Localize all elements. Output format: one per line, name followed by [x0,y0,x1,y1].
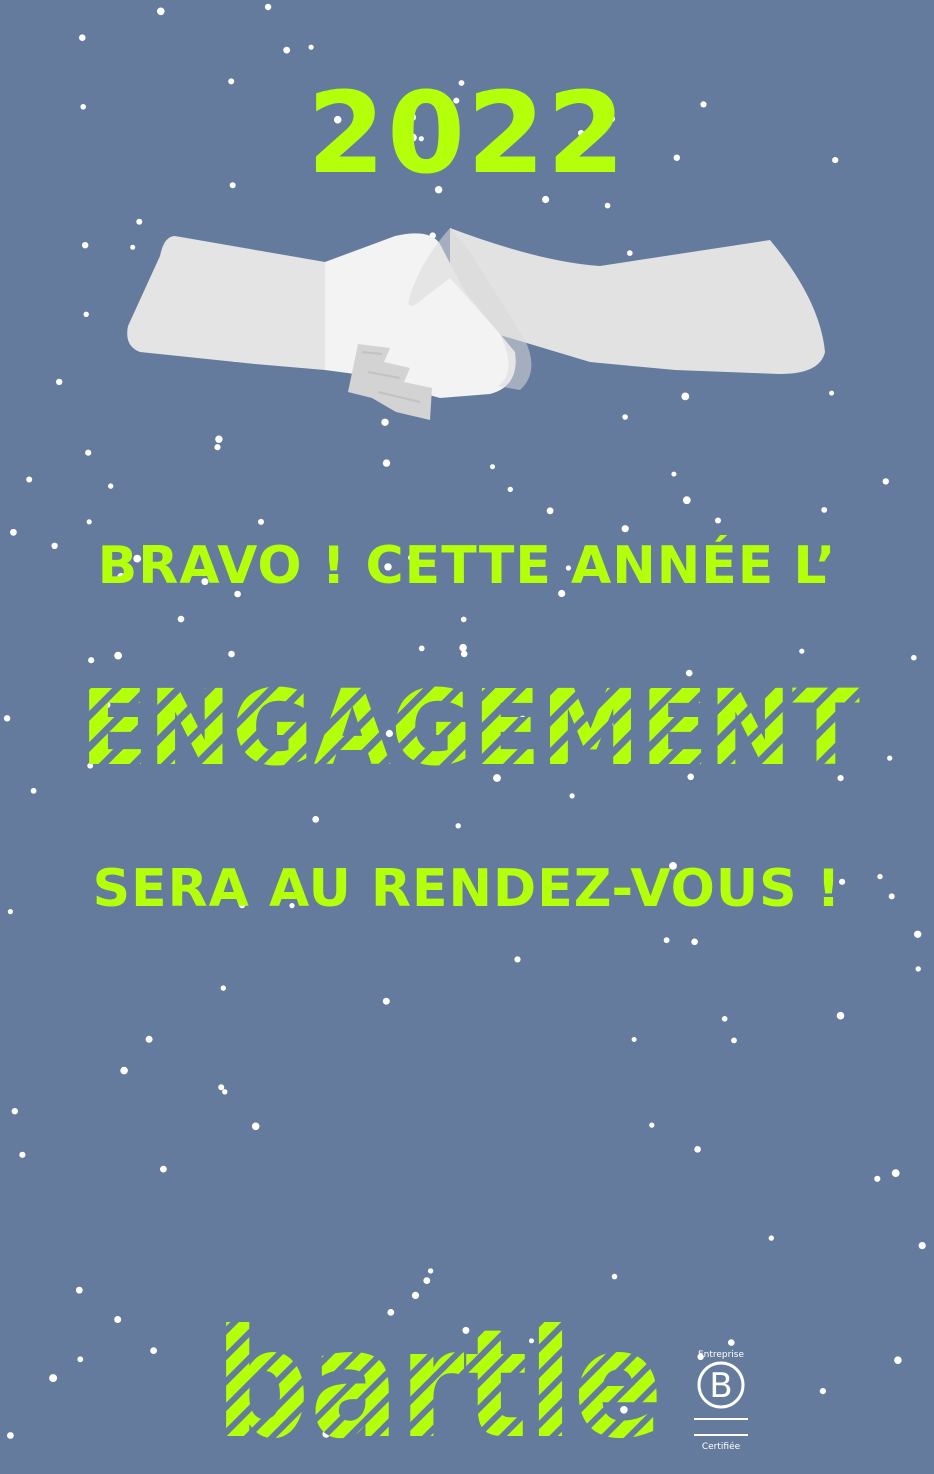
snow-dot [768,1235,774,1241]
snow-dot [490,464,495,470]
snow-dot [56,378,63,386]
greeting-card: 2022 BRAVO ! CETTE ANNÉE L’ ENGAGEMENT S… [0,0,934,1474]
snow-dot [382,459,391,467]
snow-dot [108,483,114,489]
snow-dot [663,937,670,944]
snow-dot [86,519,92,525]
snow-dot [621,525,629,533]
snow-dot [120,1066,128,1075]
snow-dot [459,643,467,652]
snow-dot [83,311,89,317]
snow-dot [918,1242,926,1250]
snow-dot [160,1165,167,1173]
snow-dot [10,528,17,536]
snow-dot [631,1037,637,1042]
snow-dot [75,1286,83,1294]
snow-dot [157,7,165,16]
snow-dot [114,651,122,660]
message-line-3: SERA AU RENDEZ-VOUS ! [92,859,842,919]
snow-dot [874,1175,881,1182]
snow-dot [891,1169,900,1177]
b-corp-badge-icon: Entreprise B Certifiée [694,1350,748,1452]
engagement-headline: ENGAGEMENT [80,668,860,778]
snow-dot [3,715,11,722]
snow-dot [611,1273,618,1280]
snow-dot [460,616,467,623]
snow-dot [915,966,921,972]
snow-dot [911,654,917,661]
snow-dot [79,34,86,41]
snow-dot [427,1268,434,1274]
bartle-logo: bartle [215,1312,663,1452]
snow-dot [799,648,805,654]
year-heading: 2022 [307,69,627,199]
snow-dot [114,1316,122,1323]
snow-dot [77,1356,84,1363]
engagement-word: ENGAGEMENT [80,668,860,778]
snow-dot [215,435,223,443]
snow-dot [894,1356,902,1364]
snow-dot [649,1122,655,1128]
snow-dot [30,787,37,794]
snow-dot [312,816,320,823]
snow-dot [145,1035,153,1043]
snow-dot [26,476,33,483]
snow-dot [85,449,92,456]
snow-dot [455,823,461,829]
handshake-icon [127,228,825,420]
snow-dot [228,650,235,658]
snow-dot [546,507,554,515]
snow-dot [264,3,272,11]
snow-dot [423,1277,431,1284]
snow-dot [836,1011,845,1020]
snow-dot [11,1108,18,1115]
snow-dot [507,486,513,493]
snow-dot [914,930,922,938]
snow-dot [222,1089,228,1095]
snow-dot [6,1432,14,1439]
snow-dot [691,938,698,946]
snow-dot [604,202,611,209]
snow-dot [882,478,889,485]
snow-dot [411,1291,420,1299]
snow-dot [82,242,89,249]
snow-dot [460,650,468,658]
snow-dot [715,517,721,524]
snow-dot [887,755,893,761]
bcorp-letter: B [709,1366,732,1406]
snow-dot [819,1388,827,1395]
snow-dot [88,657,95,664]
snow-dot [821,507,828,513]
bcorp-top-label: Entreprise [698,1350,745,1360]
snow-dot [220,985,226,991]
snow-dot [308,44,314,50]
snow-dot [251,1122,260,1131]
snow-dot [214,444,221,451]
snow-dot [721,1016,728,1022]
message-line-1: BRAVO ! CETTE ANNÉE L’ [97,536,837,596]
snow-dot [218,1084,225,1091]
bcorp-bottom-label: Certifiée [702,1441,741,1452]
snow-dot [177,615,185,623]
snow-dot [682,496,691,505]
snow-dot [283,46,291,54]
snow-dot [150,1347,158,1354]
snow-dot [694,1146,701,1153]
snow-dot [671,471,677,477]
snow-dot [382,997,390,1005]
snow-dot [19,1151,26,1158]
snow-dot [731,1037,737,1044]
snow-dot [514,956,521,963]
snow-dot [49,1374,58,1383]
brand-wordmark: bartle [215,1312,663,1452]
snow-dot [569,793,575,799]
snow-dot [418,645,425,652]
snow-dot [258,518,264,525]
